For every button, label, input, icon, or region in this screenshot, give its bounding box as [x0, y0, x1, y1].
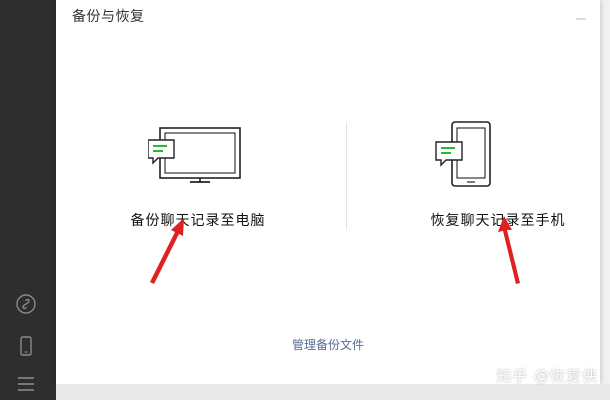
menu-icon[interactable] [14, 372, 38, 396]
mini-program-icon[interactable] [14, 292, 38, 316]
arrow-annotation-right [498, 216, 520, 284]
backup-to-pc-label: 备份聊天记录至电脑 [130, 213, 266, 229]
phone-chat-icon [435, 121, 491, 187]
divider [346, 122, 347, 230]
app-window: 备份与恢复 备份聊天记录至电脑 恢复聊天记录至手机 管理备份文件 知乎 @恢复侠 [0, 0, 610, 400]
close-icon[interactable] [574, 8, 588, 20]
arrow-annotation-left [150, 218, 184, 284]
phone-icon[interactable] [14, 334, 38, 358]
sidebar [0, 0, 56, 400]
dialog-title: 备份与恢复 [72, 9, 145, 25]
backup-restore-dialog: 备份与恢复 备份聊天记录至电脑 恢复聊天记录至手机 管理备份文件 [56, 0, 600, 384]
backup-to-pc-option[interactable]: 备份聊天记录至电脑 [98, 116, 298, 236]
watermark: 知乎 @恢复侠 [496, 367, 598, 385]
bottom-strip [56, 384, 610, 400]
manage-backup-files-link[interactable]: 管理备份文件 [56, 336, 600, 353]
monitor-chat-icon [148, 127, 241, 183]
